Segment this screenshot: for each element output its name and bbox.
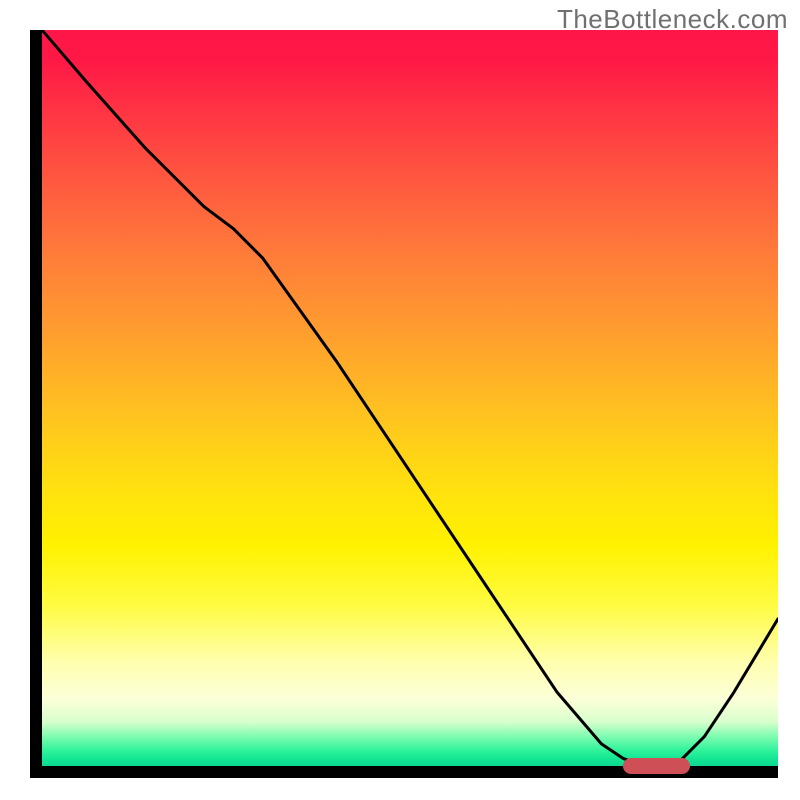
chart-axes xyxy=(30,30,778,778)
optimal-range-marker xyxy=(623,758,689,774)
y-axis xyxy=(30,30,42,778)
curve-svg xyxy=(42,30,778,766)
chart-stage: TheBottleneck.com xyxy=(0,0,800,800)
bottleneck-curve-path xyxy=(42,30,778,766)
